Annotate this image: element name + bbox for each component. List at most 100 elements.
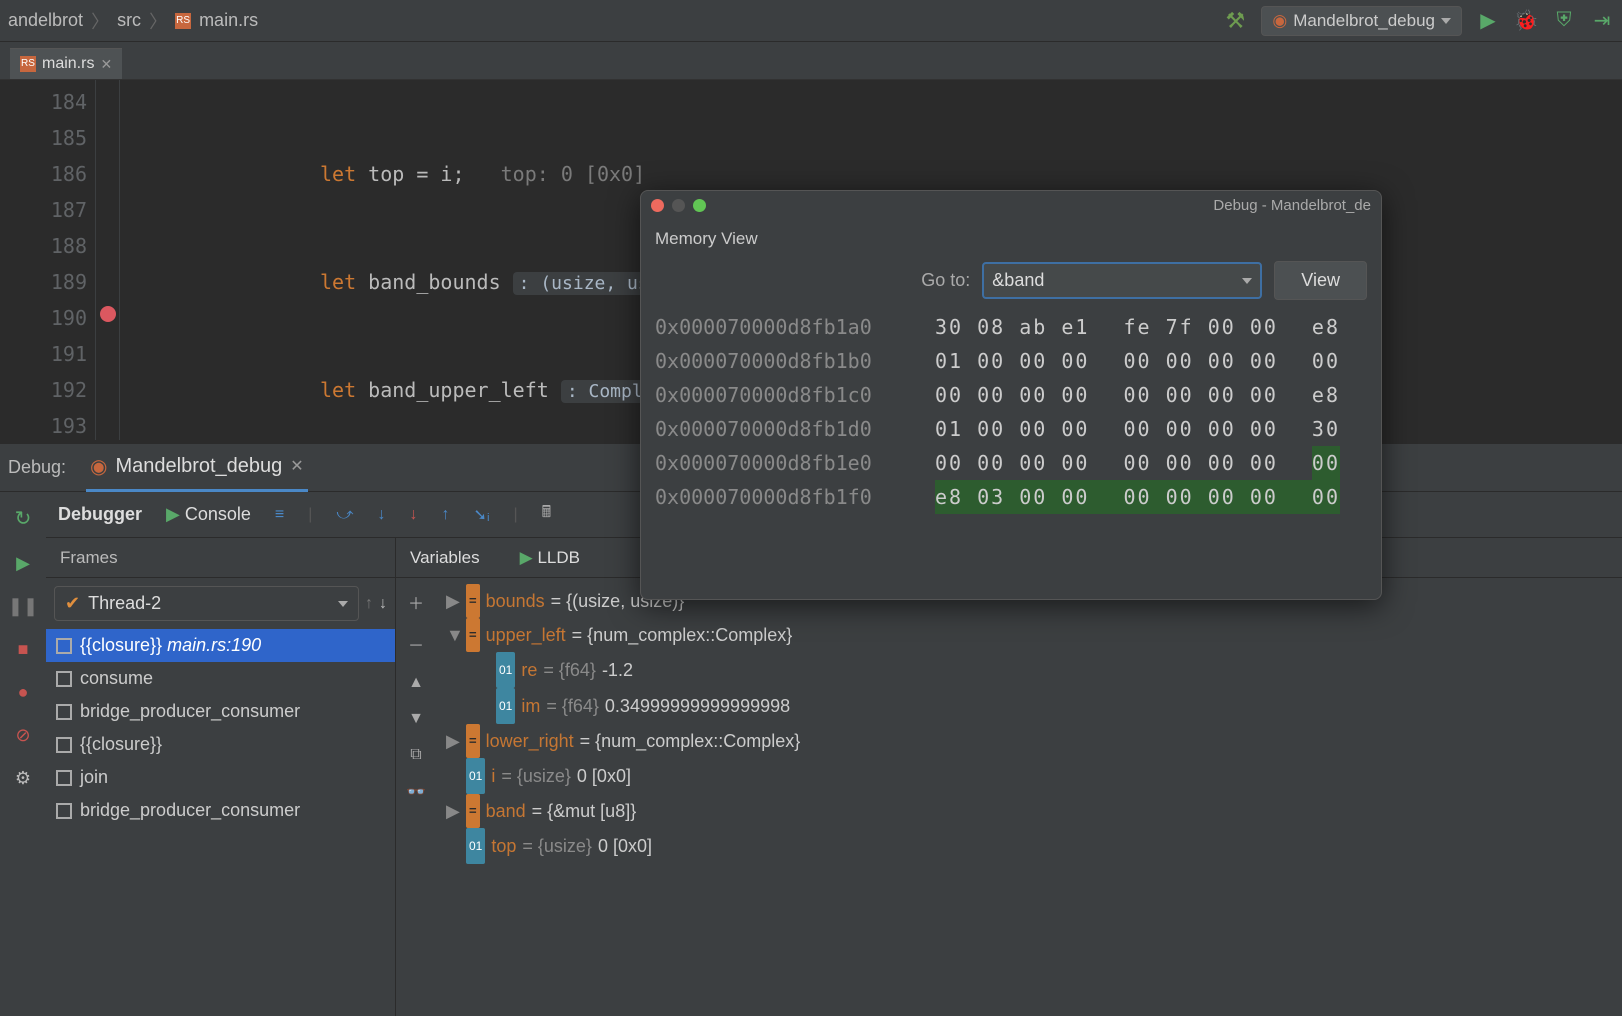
check-icon: ✔: [65, 593, 80, 614]
frame-icon: [56, 704, 72, 720]
frame-icon: [56, 671, 72, 687]
variable-row[interactable]: ▼= upper_left = {num_complex::Complex}: [436, 618, 1622, 652]
threads-icon[interactable]: ≡: [275, 506, 284, 524]
struct-badge-icon: =: [466, 618, 480, 652]
variable-row[interactable]: 01 top = {usize} 0 [0x0]: [436, 828, 1622, 864]
debug-session-tab[interactable]: ◉ Mandelbrot_debug ✕: [86, 444, 308, 492]
tab-label: main.rs: [42, 55, 94, 73]
breakpoint-icon[interactable]: [100, 306, 116, 322]
evaluate-icon[interactable]: 🖩: [542, 501, 552, 528]
rust-file-icon: RS: [175, 13, 191, 29]
variable-row[interactable]: ▶= band = {&mut [u8]}: [436, 794, 1622, 828]
mute-breakpoints-icon[interactable]: ⊘: [15, 725, 30, 746]
crumb-root[interactable]: andelbrot: [8, 10, 83, 31]
frame-item[interactable]: join: [46, 761, 395, 794]
view-breakpoints-icon[interactable]: ●: [18, 682, 29, 703]
expand-icon[interactable]: ▼: [446, 618, 460, 652]
frame-item[interactable]: {{closure}}: [46, 728, 395, 761]
tab-debugger[interactable]: Debugger: [58, 504, 142, 525]
memory-row: 0x000070000d8fb1d001 00 00 0000 00 00 00…: [655, 412, 1367, 446]
crumb-file[interactable]: main.rs: [199, 10, 258, 31]
crumb-src[interactable]: src: [117, 10, 141, 31]
variable-row[interactable]: 01 i = {usize} 0 [0x0]: [436, 758, 1622, 794]
editor-tabs: RS main.rs ✕: [0, 42, 1622, 80]
glasses-icon[interactable]: 👓: [406, 782, 426, 802]
variable-row[interactable]: 01 re = {f64} -1.2: [436, 652, 1622, 688]
chevron-down-icon[interactable]: [1242, 278, 1252, 284]
memory-view-label: Memory View: [641, 219, 1381, 253]
view-button[interactable]: View: [1274, 261, 1367, 300]
variables-title[interactable]: Variables: [410, 548, 480, 568]
frame-icon: [56, 770, 72, 786]
frame-item[interactable]: consume: [46, 662, 395, 695]
frame-item[interactable]: bridge_producer_consumer: [46, 695, 395, 728]
chevron-right-icon: 〉: [149, 8, 167, 34]
goto-value: &band: [992, 270, 1044, 291]
goto-input[interactable]: &band: [982, 262, 1262, 299]
frame-icon: [56, 803, 72, 819]
next-frame-icon[interactable]: ↓: [379, 595, 387, 613]
debug-icon[interactable]: 🐞: [1514, 9, 1538, 33]
session-label: Mandelbrot_debug: [116, 455, 283, 478]
memory-view-window[interactable]: Debug - Mandelbrot_de Memory View Go to:…: [640, 190, 1382, 600]
run-to-cursor-icon[interactable]: ➘ᵢ: [474, 505, 490, 525]
profiler-icon[interactable]: ⇥: [1590, 9, 1614, 33]
close-icon[interactable]: ✕: [100, 56, 112, 73]
step-over-icon[interactable]: ⤻: [336, 506, 353, 524]
primitive-badge-icon: 01: [496, 688, 515, 724]
hammer-build-icon[interactable]: ⚒: [1223, 9, 1247, 33]
variables-tree[interactable]: ▶= bounds = {(usize, usize)}▼= upper_lef…: [436, 578, 1622, 1016]
down-icon[interactable]: ▼: [408, 710, 424, 728]
chevron-down-icon: [338, 601, 348, 607]
memory-grid[interactable]: 0x000070000d8fb1a030 08 ab e1fe 7f 00 00…: [641, 310, 1381, 599]
breadcrumb[interactable]: andelbrot 〉 src 〉 RS main.rs: [8, 8, 258, 34]
frame-item[interactable]: bridge_producer_consumer: [46, 794, 395, 827]
window-title: Debug - Mandelbrot_de: [1213, 197, 1371, 214]
close-icon[interactable]: ✕: [290, 456, 303, 476]
pause-icon[interactable]: ❚❚: [8, 596, 38, 617]
lldb-tab[interactable]: ▶ LLDB: [520, 548, 580, 568]
frames-title: Frames: [46, 538, 395, 578]
frame-item[interactable]: {{closure}} main.rs:190: [46, 629, 395, 662]
run-configuration-selector[interactable]: ◉ Mandelbrot_debug: [1261, 6, 1462, 36]
traffic-min-icon[interactable]: [672, 199, 685, 212]
up-icon[interactable]: ▲: [408, 674, 424, 692]
coverage-icon[interactable]: ⛨: [1552, 9, 1576, 33]
variable-row[interactable]: ▶= lower_right = {num_complex::Complex}: [436, 724, 1622, 758]
chevron-right-icon: 〉: [91, 8, 109, 34]
tab-console[interactable]: ▶ Console: [166, 504, 251, 525]
expand-icon[interactable]: ▶: [446, 584, 460, 618]
settings-icon[interactable]: ⚙: [15, 768, 31, 789]
memory-row: 0x000070000d8fb1e000 00 00 0000 00 00 00…: [655, 446, 1367, 480]
expand-icon[interactable]: ▶: [446, 724, 460, 758]
step-into-icon[interactable]: ↓: [378, 506, 386, 524]
resume-icon[interactable]: ▶: [16, 553, 30, 574]
memory-row: 0x000070000d8fb1c000 00 00 0000 00 00 00…: [655, 378, 1367, 412]
thread-selector[interactable]: ✔ Thread-2: [54, 586, 359, 621]
debug-side-toolbar: ↻ ▶ ❚❚ ■ ● ⊘ ⚙: [0, 492, 46, 1016]
traffic-close-icon[interactable]: [651, 199, 664, 212]
debug-title: Debug:: [8, 457, 66, 478]
rust-file-icon: RS: [20, 56, 36, 72]
variable-row[interactable]: 01 im = {f64} 0.34999999999999998: [436, 688, 1622, 724]
frames-panel: Frames ✔ Thread-2 ↑ ↓ {{closure}} main.r…: [46, 538, 396, 1016]
copy-icon[interactable]: ⧉: [410, 746, 421, 764]
step-out-icon[interactable]: ↑: [442, 506, 450, 524]
expand-icon[interactable]: ▶: [446, 794, 460, 828]
run-icon[interactable]: ▶: [1476, 9, 1500, 33]
add-watch-icon[interactable]: ＋: [408, 590, 424, 614]
primitive-badge-icon: 01: [466, 758, 485, 794]
window-titlebar[interactable]: Debug - Mandelbrot_de: [641, 191, 1381, 219]
traffic-max-icon[interactable]: [693, 199, 706, 212]
breakpoint-gutter[interactable]: [96, 80, 120, 440]
remove-watch-icon[interactable]: －: [408, 632, 424, 656]
force-step-into-icon[interactable]: ↓: [410, 506, 418, 524]
prev-frame-icon[interactable]: ↑: [359, 595, 379, 613]
navigation-bar: andelbrot 〉 src 〉 RS main.rs ⚒ ◉ Mandelb…: [0, 0, 1622, 42]
stop-icon[interactable]: ■: [18, 639, 29, 660]
run-config-label: Mandelbrot_debug: [1293, 11, 1435, 31]
rerun-icon[interactable]: ↻: [15, 506, 32, 531]
frames-list[interactable]: {{closure}} main.rs:190consumebridge_pro…: [46, 629, 395, 1016]
tab-main-rs[interactable]: RS main.rs ✕: [10, 48, 122, 79]
memory-row: 0x000070000d8fb1f0e8 03 00 0000 00 00 00…: [655, 480, 1367, 514]
